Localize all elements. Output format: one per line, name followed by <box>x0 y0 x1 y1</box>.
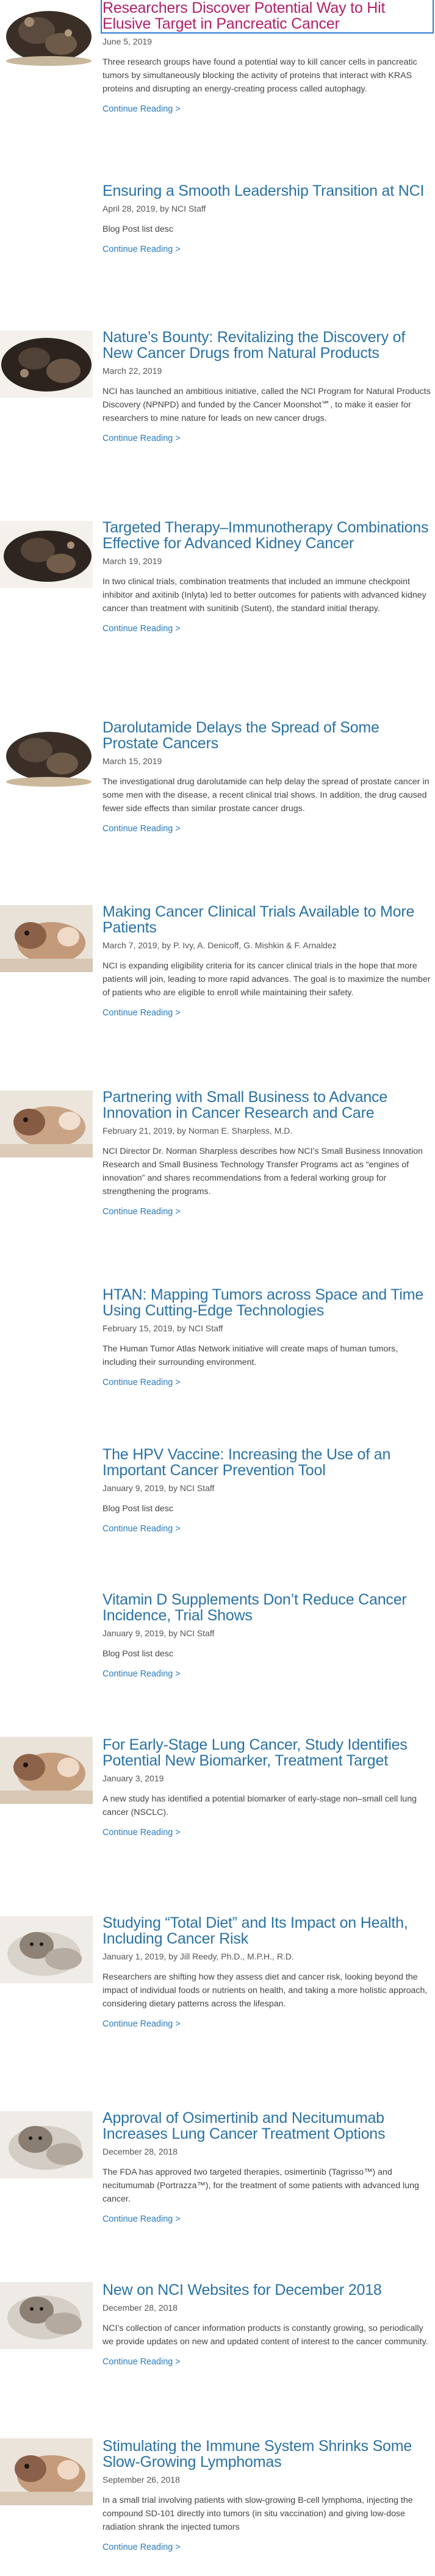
post-thumbnail[interactable] <box>0 2282 93 2349</box>
post-title-link[interactable]: Making Cancer Clinical Trials Available … <box>102 904 432 936</box>
post-title-link[interactable]: Vitamin D Supplements Don’t Reduce Cance… <box>102 1592 432 1623</box>
post-description: The Human Tumor Atlas Network initiative… <box>102 1344 398 1367</box>
post-meta: June 5, 2019 <box>102 37 152 46</box>
post-thumbnail[interactable] <box>0 2438 93 2505</box>
post-thumbnail[interactable] <box>0 721 93 788</box>
post-meta: January 1, 2019, by Jill Reedy, Ph.D., M… <box>102 1952 294 1961</box>
animal-image-icon <box>0 1737 93 1804</box>
post-meta: March 22, 2019 <box>102 366 162 376</box>
continue-reading-link[interactable]: Continue Reading > <box>102 1826 181 1839</box>
post-meta: April 28, 2019, by NCI Staff <box>102 204 206 213</box>
post-title-link[interactable]: New on NCI Websites for December 2018 <box>102 2282 432 2298</box>
post-thumbnail[interactable] <box>0 2111 93 2178</box>
continue-reading-link[interactable]: Continue Reading > <box>102 1376 181 1389</box>
continue-reading-link[interactable]: Continue Reading > <box>102 623 181 635</box>
continue-reading-link[interactable]: Continue Reading > <box>102 243 181 256</box>
post-meta: February 21, 2019, by Norman E. Sharples… <box>102 1126 293 1136</box>
post-description: Blog Post list desc <box>102 1649 173 1659</box>
post-title-link[interactable]: Targeted Therapy–Immunotherapy Combinati… <box>102 520 432 551</box>
post-thumbnail[interactable] <box>0 331 93 398</box>
continue-reading-link[interactable]: Continue Reading > <box>102 1206 181 1218</box>
continue-reading-link[interactable]: Continue Reading > <box>102 432 181 445</box>
post-description: In two clinical trials, combination trea… <box>102 577 426 614</box>
post-meta: February 15, 2019, by NCI Staff <box>102 1323 223 1333</box>
post-description: Researchers are shifting how they assess… <box>102 1972 428 2009</box>
continue-reading-link[interactable]: Continue Reading > <box>102 2213 181 2225</box>
animal-image-icon <box>0 2438 93 2505</box>
post-description: Three research groups have found a poten… <box>102 57 417 94</box>
post-thumbnail[interactable] <box>0 0 93 67</box>
cell-image-icon <box>0 521 93 588</box>
post-thumbnail[interactable] <box>0 1737 93 1804</box>
continue-reading-link[interactable]: Continue Reading > <box>102 2018 181 2030</box>
cell-image-icon <box>0 721 93 788</box>
post-meta: January 9, 2019, by NCI Staff <box>102 1628 215 1638</box>
animal-image-icon <box>0 905 93 972</box>
post-thumbnail[interactable] <box>0 1090 93 1157</box>
post-thumbnail[interactable] <box>0 521 93 588</box>
post-description: In a small trial involving patients with… <box>102 2496 413 2532</box>
post-description: Blog Post list desc <box>102 224 173 234</box>
post-meta: March 15, 2019 <box>102 756 162 766</box>
post-description: NCI has launched an ambitious initiative… <box>102 387 431 423</box>
continue-reading-link[interactable]: Continue Reading > <box>102 103 181 115</box>
continue-reading-link[interactable]: Continue Reading > <box>102 1007 181 1019</box>
post-meta: December 28, 2018 <box>102 2303 178 2313</box>
post-meta: March 19, 2019 <box>102 556 162 566</box>
post-title-link[interactable]: For Early-Stage Lung Cancer, Study Ident… <box>102 1737 432 1769</box>
cat-image-icon <box>0 1916 93 1983</box>
post-meta: March 7, 2019, by P. Ivy, A. Denicoff, G… <box>102 940 337 950</box>
post-description: The FDA has approved two targeted therap… <box>102 2167 419 2204</box>
post-description: NCI is expanding eligibility criteria fo… <box>102 961 431 998</box>
cell-image-icon <box>0 0 93 67</box>
post-description: The investigational drug darolutamide ca… <box>102 777 430 814</box>
post-meta: January 9, 2019, by NCI Staff <box>102 1483 215 1493</box>
continue-reading-link[interactable]: Continue Reading > <box>102 2356 181 2368</box>
animal-image-icon <box>0 1090 93 1157</box>
continue-reading-link[interactable]: Continue Reading > <box>102 823 181 835</box>
post-meta: December 28, 2018 <box>102 2147 178 2156</box>
continue-reading-link[interactable]: Continue Reading > <box>102 1668 181 1680</box>
post-title-link[interactable]: HTAN: Mapping Tumors across Space and Ti… <box>102 1287 432 1318</box>
post-title-link[interactable]: Partnering with Small Business to Advanc… <box>102 1089 432 1121</box>
post-description: NCI Director Dr. Norman Sharpless descri… <box>102 1147 423 1197</box>
cat-image-icon <box>0 2111 93 2178</box>
post-title-link[interactable]: Darolutamide Delays the Spread of Some P… <box>102 720 432 751</box>
post-title-link[interactable]: The HPV Vaccine: Increasing the Use of a… <box>102 1447 432 1478</box>
post-thumbnail[interactable] <box>0 905 93 972</box>
continue-reading-link[interactable]: Continue Reading > <box>102 2541 181 2553</box>
post-title-link[interactable]: Stimulating the Immune System Shrinks So… <box>102 2438 432 2470</box>
cell-image-icon <box>0 331 93 398</box>
post-title-link[interactable]: Ensuring a Smooth Leadership Transition … <box>102 183 432 199</box>
post-thumbnail[interactable] <box>0 1916 93 1983</box>
post-meta: January 3, 2019 <box>102 1773 164 1783</box>
post-meta: September 26, 2018 <box>102 2475 180 2485</box>
post-title-link[interactable]: Approval of Osimertinib and Necitumumab … <box>102 2110 432 2142</box>
post-title-link[interactable]: Nature’s Bounty: Revitalizing the Discov… <box>102 329 432 361</box>
continue-reading-link[interactable]: Continue Reading > <box>102 1523 181 1535</box>
post-description: Blog Post list desc <box>102 1504 173 1514</box>
post-title-link[interactable]: Studying “Total Diet” and Its Impact on … <box>102 1915 432 1947</box>
post-description: NCI’s collection of cancer information p… <box>102 2324 428 2347</box>
post-title-link[interactable]: Researchers Discover Potential Way to Hi… <box>101 0 434 34</box>
post-description: A new study has identified a potential b… <box>102 1794 417 1817</box>
cat-image-icon <box>0 2282 93 2349</box>
